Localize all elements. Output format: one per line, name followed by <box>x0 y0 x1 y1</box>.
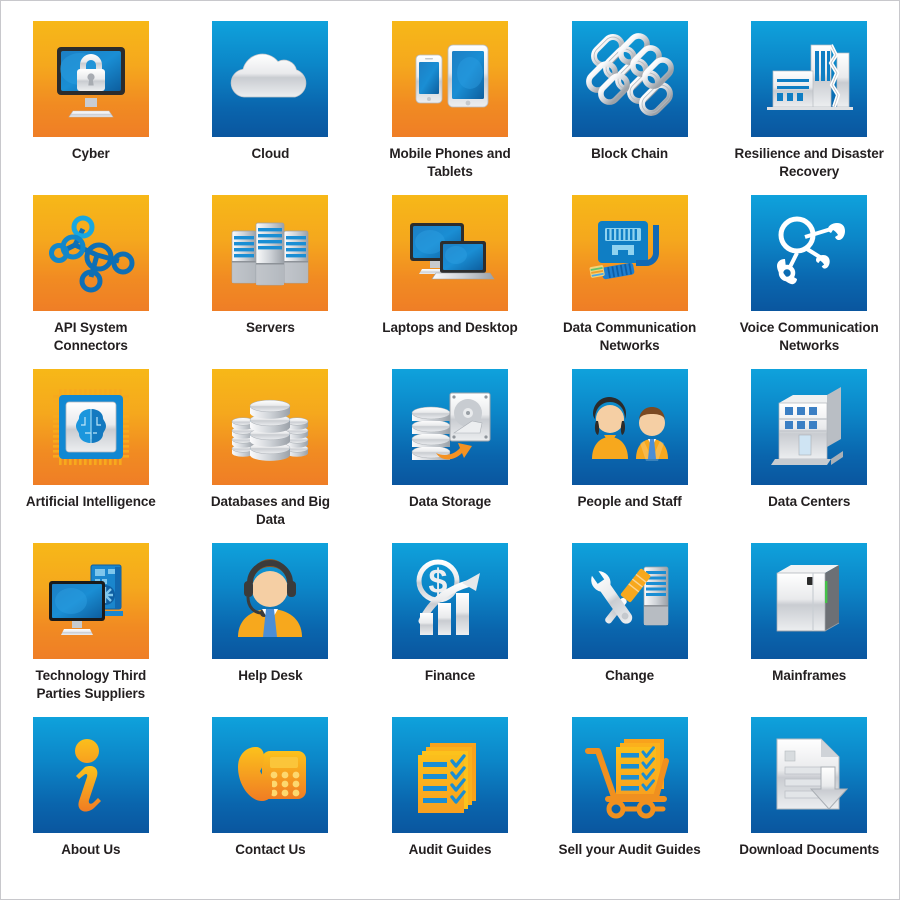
icon-cell[interactable]: Change <box>540 543 720 717</box>
icon-cell[interactable]: Data Storage <box>360 369 540 543</box>
icon-label: Data Communication Networks <box>562 320 697 354</box>
icon-cell[interactable]: Download Documents <box>719 717 899 891</box>
icon-label: Data Centers <box>768 494 851 509</box>
icon-cell[interactable]: Cyber <box>1 21 181 195</box>
dollar-growth-chart-icon[interactable]: $ <box>391 543 508 659</box>
icon-cell[interactable]: Servers <box>181 195 361 369</box>
icon-cell[interactable]: Mainframes <box>719 543 899 717</box>
data-center-building-icon[interactable] <box>751 369 868 485</box>
icon-cell[interactable]: Voice Communication Networks <box>719 195 899 369</box>
icon-label: Finance <box>424 668 476 683</box>
icon-cell[interactable]: Audit Guides <box>360 717 540 891</box>
icon-cell[interactable]: Resilience and Disaster Recovery <box>719 21 899 195</box>
icon-label: Sell your Audit Guides <box>558 842 701 857</box>
phone-tablet-icon[interactable] <box>391 21 508 137</box>
icon-cell[interactable]: Mobile Phones and Tablets <box>360 21 540 195</box>
icon-cell[interactable]: Contact Us <box>181 717 361 891</box>
icon-label: Technology Third Parties Suppliers <box>35 668 147 702</box>
database-stacks-icon[interactable] <box>212 369 329 485</box>
icon-cell[interactable]: About Us <box>1 717 181 891</box>
cart-checklist-icon[interactable] <box>571 717 688 833</box>
icon-cell[interactable]: API System Connectors <box>1 195 181 369</box>
icon-cell[interactable]: People and Staff <box>540 369 720 543</box>
icon-label: Data Storage <box>408 494 492 509</box>
icon-label: Cyber <box>71 146 110 161</box>
checklist-pages-icon[interactable] <box>391 717 508 833</box>
icon-cell[interactable]: Cloud <box>181 21 361 195</box>
monitor-hardware-icon[interactable] <box>32 543 149 659</box>
wrench-screwdriver-server-icon[interactable] <box>571 543 688 659</box>
icon-label: People and Staff <box>577 494 682 509</box>
icon-label: Databases and Big Data <box>210 494 330 528</box>
icon-cell[interactable]: Help Desk <box>181 543 361 717</box>
icon-label: Servers <box>245 320 295 335</box>
server-racks-icon[interactable] <box>212 195 329 311</box>
rj45-port-cable-icon[interactable] <box>571 195 688 311</box>
icon-label: Help Desk <box>238 668 303 683</box>
headset-agent-icon[interactable] <box>212 543 329 659</box>
icon-grid: Cyber Cloud Mobile Phones and Tablets Bl… <box>1 21 899 891</box>
icon-cell[interactable]: $ Finance <box>360 543 540 717</box>
document-download-icon[interactable] <box>751 717 868 833</box>
icon-label: Voice Communication Networks <box>739 320 879 354</box>
node-network-icon[interactable] <box>32 195 149 311</box>
icon-cell[interactable]: Laptops and Desktop <box>360 195 540 369</box>
icon-cell[interactable]: Data Communication Networks <box>540 195 720 369</box>
cloud-icon[interactable] <box>212 21 329 137</box>
icon-label: About Us <box>61 842 121 857</box>
icon-label: Cloud <box>251 146 290 161</box>
monitor-lock-icon[interactable] <box>32 21 149 137</box>
icon-label: Mainframes <box>772 668 847 683</box>
two-people-icon[interactable] <box>571 369 688 485</box>
icon-label: Change <box>605 668 655 683</box>
icon-label: Artificial Intelligence <box>25 494 156 509</box>
disk-backup-icon[interactable] <box>391 369 508 485</box>
icon-label: Block Chain <box>591 146 669 161</box>
icon-label: Resilience and Disaster Recovery <box>734 146 884 180</box>
icon-cell[interactable]: Databases and Big Data <box>181 369 361 543</box>
info-i-icon[interactable] <box>32 717 149 833</box>
icon-cell[interactable]: Data Centers <box>719 369 899 543</box>
chip-brain-icon[interactable] <box>32 369 149 485</box>
mainframe-cabinet-icon[interactable] <box>751 543 868 659</box>
icon-cell[interactable]: Technology Third Parties Suppliers <box>1 543 181 717</box>
icon-cell[interactable]: Sell your Audit Guides <box>540 717 720 891</box>
icon-cell[interactable]: Artificial Intelligence <box>1 369 181 543</box>
broken-buildings-icon[interactable] <box>751 21 868 137</box>
icon-label: Contact Us <box>235 842 306 857</box>
desktop-laptop-icon[interactable] <box>391 195 508 311</box>
chain-links-icon[interactable] <box>571 21 688 137</box>
icon-label: Mobile Phones and Tablets <box>389 146 511 180</box>
icon-label: API System Connectors <box>53 320 128 354</box>
phone-handset-network-icon[interactable] <box>751 195 868 311</box>
icon-label: Audit Guides <box>408 842 492 857</box>
icon-cell[interactable]: Block Chain <box>540 21 720 195</box>
desk-telephone-icon[interactable] <box>212 717 329 833</box>
icon-label: Download Documents <box>739 842 880 857</box>
icon-grid-page: Cyber Cloud Mobile Phones and Tablets Bl… <box>0 0 900 900</box>
icon-label: Laptops and Desktop <box>382 320 518 335</box>
